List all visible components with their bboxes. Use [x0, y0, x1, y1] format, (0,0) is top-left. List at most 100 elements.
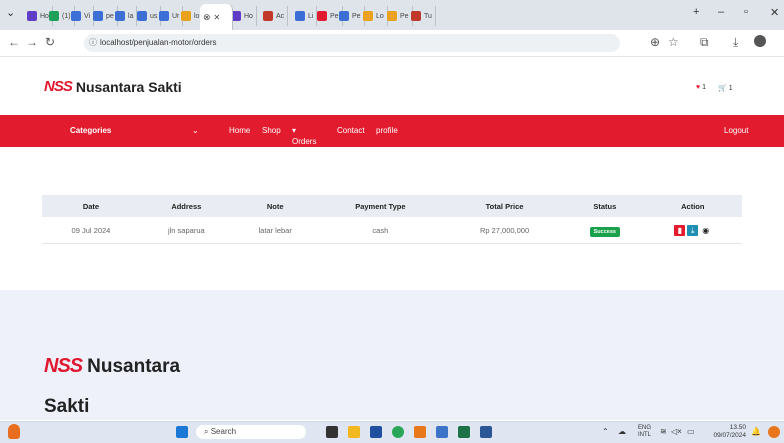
weather-widget-icon[interactable]	[8, 424, 20, 439]
col-payment-type: Payment Type	[317, 195, 444, 217]
menu-contact[interactable]: Contact	[337, 126, 365, 135]
tab-favicon-icon	[411, 11, 421, 21]
close-window-icon[interactable]: ✕	[770, 6, 779, 19]
menu-orders[interactable]: Orders ▾	[292, 126, 316, 146]
view-eye-icon[interactable]: ◉	[700, 225, 711, 236]
wishlist-button[interactable]: ♥ 1	[696, 84, 706, 92]
categories-dropdown[interactable]: Categories	[70, 126, 111, 135]
tab-favicon-icon	[317, 11, 327, 21]
close-tab-icon[interactable]: ✕	[214, 13, 221, 22]
menu-orders-label: Orders	[292, 137, 317, 146]
address-bar[interactable]: ⓘ localhost/penjualan-motor/orders	[84, 34, 620, 52]
orders-table: Date Address Note Payment Type Total Pri…	[42, 195, 742, 244]
tab-favicon-icon	[363, 11, 373, 21]
header-actions: ♥ 1 🛒 1	[696, 84, 733, 92]
windows-taskbar: ⌕ Search ⌃ ☁ ENG INTL ≋ ◁× ▭ 13.50 09/07…	[0, 421, 784, 443]
vscode-icon[interactable]	[436, 426, 448, 438]
taskbar-search[interactable]: ⌕ Search	[196, 425, 306, 439]
file-explorer-icon[interactable]	[348, 426, 360, 438]
tab-favicon-icon	[71, 11, 81, 21]
active-browser-tab[interactable]: ⊗ ✕	[200, 4, 233, 30]
notification-bell-icon[interactable]: 🔔	[751, 427, 761, 436]
col-action: Action	[643, 195, 742, 217]
tab-favicon-icon	[263, 11, 273, 21]
tab-favicon-icon	[49, 11, 59, 21]
footer-name-line2: Sakti	[44, 396, 90, 417]
tab-label: Li	[308, 12, 314, 20]
invoice-icon[interactable]: ▮	[674, 224, 686, 236]
battery-icon[interactable]: ▭	[687, 427, 695, 436]
tab-favicon-icon	[339, 11, 349, 21]
heart-icon: ♥	[696, 84, 701, 91]
cart-button[interactable]: 🛒 1	[718, 84, 733, 92]
xampp-icon[interactable]	[414, 426, 426, 438]
maximize-icon[interactable]: ▫	[744, 6, 748, 18]
tab-favicon-icon	[387, 11, 397, 21]
task-view-icon[interactable]	[326, 426, 338, 438]
wifi-icon[interactable]: ≋	[660, 427, 667, 436]
tab-label: lo	[194, 12, 200, 20]
table-header-row: Date Address Note Payment Type Total Pri…	[42, 195, 742, 217]
footer-brand[interactable]: NSS Nusantara	[44, 355, 180, 378]
site-info-icon[interactable]: ⓘ	[89, 34, 97, 52]
status-badge: Success	[589, 226, 620, 237]
order-status-cell: Success	[566, 217, 644, 244]
menu-home[interactable]: Home	[229, 126, 250, 135]
extensions-icon[interactable]: ⧉	[700, 35, 709, 50]
tab-label: Lo	[376, 12, 384, 20]
browser-tab[interactable]: Ac	[260, 6, 289, 26]
tab-label: la	[128, 12, 134, 20]
brand-logo: NSS	[44, 78, 73, 95]
store-icon[interactable]	[370, 426, 382, 438]
excel-icon[interactable]	[458, 426, 470, 438]
col-note: Note	[232, 195, 318, 217]
browser-toolbar: ← → ↻ ⓘ localhost/penjualan-motor/orders…	[0, 30, 784, 57]
tray-chevron-up-icon[interactable]: ⌃	[602, 427, 609, 436]
chrome-icon[interactable]	[392, 426, 404, 438]
order-note: latar lebar	[232, 217, 318, 244]
wishlist-count: 1	[702, 84, 707, 91]
footer-logo: NSS	[44, 355, 83, 377]
reload-icon[interactable]: ↻	[45, 35, 55, 49]
table-row: 09 Jul 2024 jln saparua latar lebar cash…	[42, 217, 742, 244]
browser-tab-strip: ⌄ Ho (1) Vi pe la us Ur lo Ho Ac Li Pe Pe Lo Pe Tu ⊗ ✕ + …	[0, 0, 784, 30]
order-actions: ▮ ⤓ ◉	[643, 217, 742, 244]
download-icon[interactable]: ⤓	[733, 35, 738, 50]
site-footer: NSS Nusantara Sakti	[0, 290, 784, 420]
browser-tab[interactable]: Tu	[408, 6, 436, 26]
clock-date: 09/07/2024	[713, 432, 746, 439]
tab-label: Ho	[244, 12, 253, 20]
order-date: 09 Jul 2024	[42, 217, 140, 244]
volume-icon[interactable]: ◁×	[671, 427, 682, 436]
search-icon: ⌕	[204, 427, 209, 436]
windows-start-icon[interactable]	[176, 426, 188, 438]
clock[interactable]: 13.50 09/07/2024	[702, 424, 746, 440]
tray-cloud-icon[interactable]: ☁	[618, 427, 626, 436]
lang-line1: ENG	[638, 425, 652, 431]
order-address: jln saparua	[139, 217, 233, 244]
minimize-icon[interactable]: –	[718, 6, 724, 18]
profile-avatar[interactable]	[754, 35, 766, 47]
download-invoice-icon[interactable]: ⤓	[687, 224, 699, 236]
tab-favicon-icon	[137, 11, 147, 21]
forward-icon[interactable]: →	[26, 35, 38, 49]
search-label: Search	[210, 427, 237, 436]
tab-favicon-icon	[93, 11, 103, 21]
word-icon[interactable]	[480, 426, 492, 438]
logout-link[interactable]: Logout	[724, 126, 748, 135]
url-text: localhost/penjualan-motor/orders	[100, 38, 217, 47]
back-icon[interactable]: ←	[8, 35, 20, 49]
menu-profile[interactable]: profile	[376, 126, 398, 135]
tab-search-icon[interactable]: ⌄	[6, 6, 15, 19]
zoom-icon[interactable]: ⊕	[650, 35, 660, 49]
new-tab-button[interactable]: +	[693, 6, 699, 18]
copilot-icon[interactable]	[768, 426, 780, 438]
order-total: Rp 27,000,000	[443, 217, 566, 244]
brand-name: Nusantara Sakti	[75, 78, 182, 95]
bookmark-star-icon[interactable]: ☆	[668, 35, 679, 49]
menu-shop[interactable]: Shop	[262, 126, 281, 135]
chevron-down-icon[interactable]: ⌄	[192, 126, 199, 135]
language-indicator[interactable]: ENG INTL	[638, 425, 651, 439]
col-date: Date	[42, 195, 140, 217]
site-brand[interactable]: NSS Nusantara Sakti	[44, 78, 182, 95]
